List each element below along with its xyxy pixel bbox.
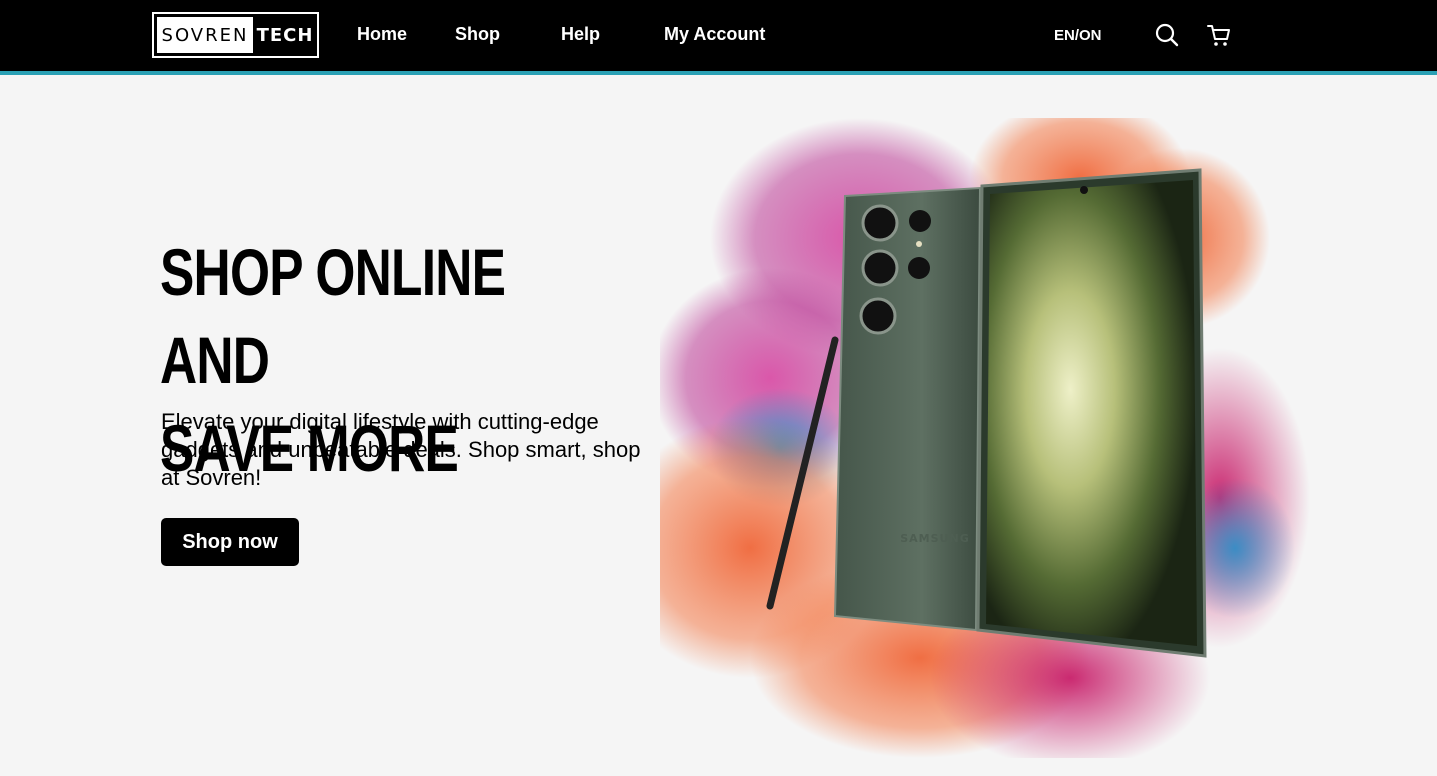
shop-now-button[interactable]: Shop now [161,518,299,566]
phone-brand-text: SAMSUNG [900,532,969,545]
hero-product-image: SAMSUNG [610,98,1310,768]
search-icon[interactable] [1154,22,1180,48]
language-switcher[interactable]: EN/ON [1054,27,1102,44]
nav-help[interactable]: Help [561,24,600,45]
cart-icon[interactable] [1206,22,1232,48]
nav-home[interactable]: Home [357,24,407,45]
hero-title-line-1: SHOP ONLINE AND [160,235,506,397]
nav-shop[interactable]: Shop [455,24,500,45]
logo[interactable]: SOVREN TECH [152,12,319,58]
nav-my-account[interactable]: My Account [664,24,765,45]
top-nav-bar: SOVREN TECH Home Shop Help My Account EN… [0,0,1437,75]
hero-description: Elevate your digital lifestyle with cutt… [161,409,641,490]
logo-text-right: TECH [256,24,314,46]
logo-text-left: SOVREN [157,17,253,53]
